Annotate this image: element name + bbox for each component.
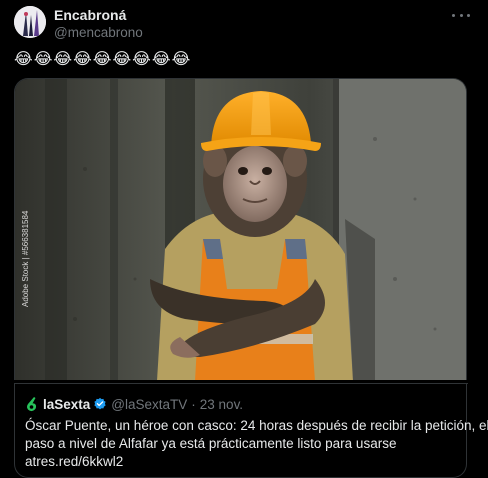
quoted-date[interactable]: 23 nov. (200, 397, 243, 412)
quoted-handle[interactable]: @laSextaTV (111, 397, 187, 412)
avatar[interactable] (14, 6, 46, 38)
tweet-header: Encabroná @mencabrono (14, 6, 474, 42)
author-names: Encabroná @mencabrono (54, 7, 143, 41)
lasexta-logo-icon (27, 397, 37, 412)
quoted-text-line: paso a nivel de Alfafar ya está práctica… (25, 436, 397, 451)
quoted-tweet[interactable]: laSexta @laSextaTV · 23 nov. Óscar Puent… (14, 383, 488, 478)
author-handle[interactable]: @mencabrono (54, 24, 143, 41)
avatar-image (14, 6, 46, 38)
author-display-name[interactable]: Encabroná (54, 7, 143, 24)
media-image (15, 79, 466, 380)
quoted-text-line: Óscar Puente, un héroe con casco: 24 hor… (25, 418, 488, 433)
more-dots-icon[interactable] (452, 10, 470, 20)
tweet: Encabroná @mencabrono 😂😂😂😂😂😂😂😂😂 Adobe St… (0, 0, 488, 478)
quote-divider (15, 383, 468, 384)
quoted-tweet-text: Óscar Puente, un héroe con casco: 24 hor… (25, 417, 488, 471)
quoted-separator: · (191, 396, 196, 412)
quoted-tweet-header: laSexta @laSextaTV · 23 nov. (25, 396, 243, 412)
quoted-link[interactable]: atres.red/6kkwl2 (25, 453, 461, 471)
tweet-media[interactable]: Adobe Stock | #566381584 (14, 78, 467, 380)
media-watermark: Adobe Stock | #566381584 (21, 210, 30, 307)
verified-badge-icon (94, 397, 106, 410)
tweet-text: 😂😂😂😂😂😂😂😂😂 (14, 51, 192, 68)
quoted-display-name[interactable]: laSexta (43, 397, 90, 412)
